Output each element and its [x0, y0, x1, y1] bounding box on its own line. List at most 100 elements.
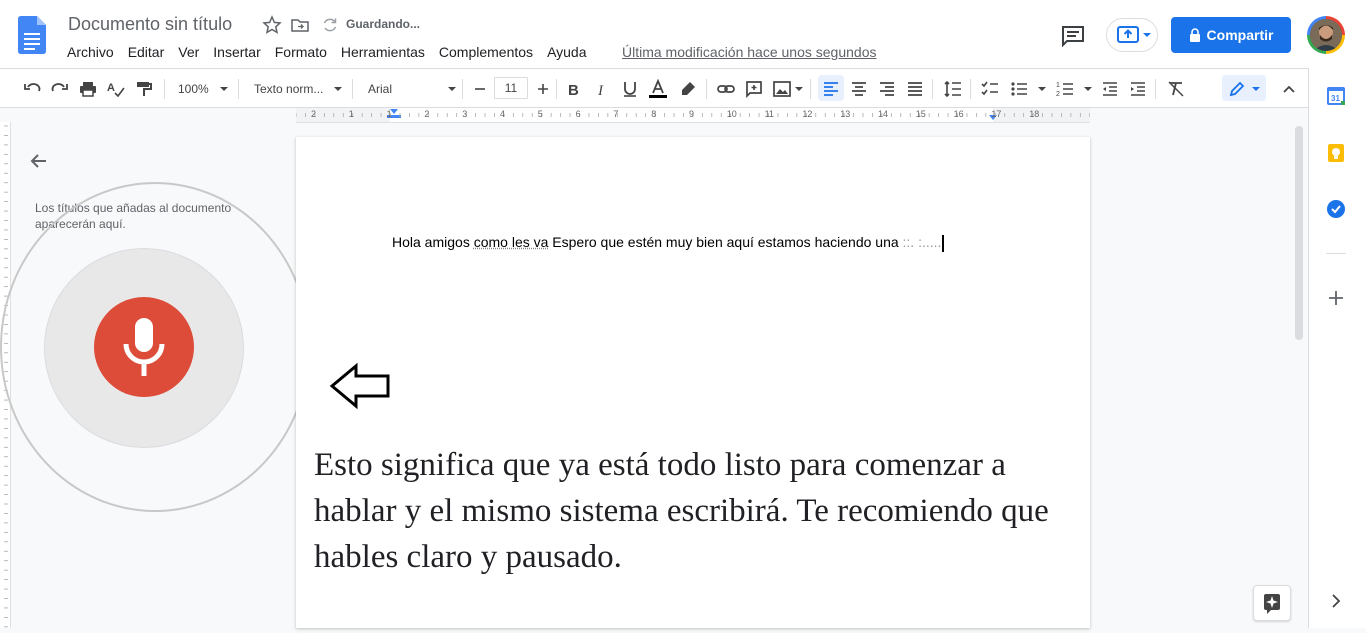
saving-status: Guardando...: [346, 17, 420, 31]
font-select[interactable]: Arial: [368, 80, 392, 98]
menu-herramientas[interactable]: Herramientas: [334, 42, 432, 62]
redo-icon[interactable]: [50, 79, 70, 99]
collapse-menus-icon[interactable]: [1279, 79, 1299, 99]
tasks-icon[interactable]: [1326, 199, 1346, 219]
docs-logo-icon[interactable]: [18, 16, 46, 54]
menu-complementos[interactable]: Complementos: [432, 42, 540, 62]
increase-indent-icon[interactable]: [1128, 79, 1148, 99]
sync-icon: [320, 15, 340, 35]
present-button[interactable]: [1106, 18, 1158, 52]
toolbar-divider: [462, 79, 463, 99]
ruler-label: 1: [387, 109, 392, 119]
ruler-labels: 2 1 1 2 3 4 5 6 7 8 9 10 11 12 13 14 15 16 17 18: [296, 108, 1090, 122]
svg-text:1: 1: [1056, 82, 1060, 89]
align-center-icon[interactable]: [849, 79, 869, 99]
font-caret-icon: [448, 87, 456, 91]
menu-ver[interactable]: Ver: [171, 42, 206, 62]
ruler-label: 6: [576, 109, 581, 119]
numbered-list-icon[interactable]: 12: [1055, 79, 1075, 99]
text-cursor: [942, 235, 944, 252]
ruler-label: 2: [311, 109, 316, 119]
dictating-placeholder: ::. :.....: [899, 234, 942, 250]
menu-ayuda[interactable]: Ayuda: [540, 42, 593, 62]
ruler-label: 5: [538, 109, 543, 119]
ruler-label: 14: [878, 109, 888, 119]
spellcheck-icon[interactable]: A: [106, 79, 126, 99]
ruler-label: 11: [765, 109, 774, 119]
align-right-icon[interactable]: [877, 79, 897, 99]
microphone-icon: [120, 316, 168, 378]
style-select[interactable]: Texto norm...: [254, 80, 323, 98]
menu-bar: Archivo Editar Ver Insertar Formato Herr…: [60, 42, 594, 62]
menu-archivo[interactable]: Archivo: [60, 42, 121, 62]
ruler-label: 2: [424, 109, 429, 119]
toolbar-divider: [238, 79, 239, 99]
ruler-label: 10: [727, 109, 737, 119]
clear-formatting-icon[interactable]: [1166, 79, 1186, 99]
side-panel-divider: [1326, 253, 1346, 254]
bold-icon[interactable]: B: [564, 79, 584, 99]
horizontal-ruler[interactable]: 2 1 1 2 3 4 5 6 7 8 9 10 11 12 13 14 15 16 17 18: [296, 108, 1090, 123]
pointer-arrow-icon: [330, 362, 392, 410]
close-outline-arrow-icon[interactable]: [28, 150, 50, 172]
star-icon[interactable]: [262, 15, 282, 35]
link-icon[interactable]: [716, 79, 736, 99]
bullet-caret-icon: [1038, 87, 1046, 91]
increase-font-size-icon[interactable]: [533, 79, 553, 99]
expand-side-panel-icon[interactable]: [1326, 591, 1346, 611]
add-addon-icon[interactable]: [1326, 288, 1346, 308]
lock-icon: [1189, 28, 1201, 42]
justify-icon[interactable]: [905, 79, 925, 99]
share-button[interactable]: Compartir: [1171, 17, 1291, 53]
menu-editar[interactable]: Editar: [121, 42, 172, 62]
italic-icon[interactable]: I: [592, 79, 612, 99]
font-size-input[interactable]: 11: [494, 77, 528, 99]
comments-icon[interactable]: [1060, 24, 1086, 48]
decrease-font-size-icon[interactable]: [470, 79, 490, 99]
ruler-label: 17: [991, 109, 1001, 119]
ruler-label: 16: [954, 109, 964, 119]
last-edit-link[interactable]: Última modificación hace unos segundos: [622, 42, 876, 62]
text-color-icon[interactable]: [648, 79, 668, 99]
style-caret-icon: [334, 87, 342, 91]
menu-formato[interactable]: Formato: [268, 42, 334, 62]
menu-insertar[interactable]: Insertar: [206, 42, 267, 62]
document-title[interactable]: Documento sin título: [68, 14, 232, 35]
align-left-icon[interactable]: [821, 79, 841, 99]
zoom-select[interactable]: 100%: [178, 80, 209, 98]
toolbar-divider: [970, 79, 971, 99]
undo-icon[interactable]: [22, 79, 42, 99]
editing-mode-caret-icon: [1252, 87, 1260, 91]
keep-icon[interactable]: [1326, 143, 1346, 163]
formatting-toolbar: A 100% Texto norm... Arial 11 B I 12: [0, 68, 1308, 108]
app-header: Documento sin título Guardando... Archiv…: [0, 0, 1366, 68]
svg-text:B: B: [568, 82, 579, 99]
explore-button[interactable]: [1253, 585, 1291, 621]
add-comment-icon[interactable]: [744, 79, 764, 99]
ruler-label: 4: [500, 109, 505, 119]
ruler-label: 9: [689, 109, 694, 119]
toolbar-divider: [164, 79, 165, 99]
calendar-icon[interactable]: 31: [1326, 86, 1346, 106]
document-body-text[interactable]: Hola amigos como les va Espero que estén…: [392, 233, 944, 252]
line-spacing-icon[interactable]: [943, 79, 963, 99]
bulleted-list-icon[interactable]: [1009, 79, 1029, 99]
highlight-icon[interactable]: [678, 79, 698, 99]
voice-typing-mic-button[interactable]: [94, 297, 194, 397]
share-label: Compartir: [1207, 27, 1274, 43]
move-folder-icon[interactable]: [290, 15, 310, 35]
checklist-icon[interactable]: [980, 79, 1000, 99]
underline-icon[interactable]: [620, 79, 640, 99]
user-avatar[interactable]: [1307, 16, 1345, 54]
print-icon[interactable]: [78, 79, 98, 99]
decrease-indent-icon[interactable]: [1100, 79, 1120, 99]
scrollbar-thumb[interactable]: [1295, 126, 1303, 340]
ruler-label: 18: [1029, 109, 1039, 119]
ruler-label: 1: [349, 109, 354, 119]
explore-sparkle-icon: [1254, 586, 1290, 620]
paint-format-icon[interactable]: [134, 79, 154, 99]
toolbar-divider: [1155, 79, 1156, 99]
suggestion-underlined-text[interactable]: como les va: [474, 234, 549, 250]
insert-image-icon[interactable]: [772, 79, 792, 99]
ruler-label: 13: [840, 109, 850, 119]
